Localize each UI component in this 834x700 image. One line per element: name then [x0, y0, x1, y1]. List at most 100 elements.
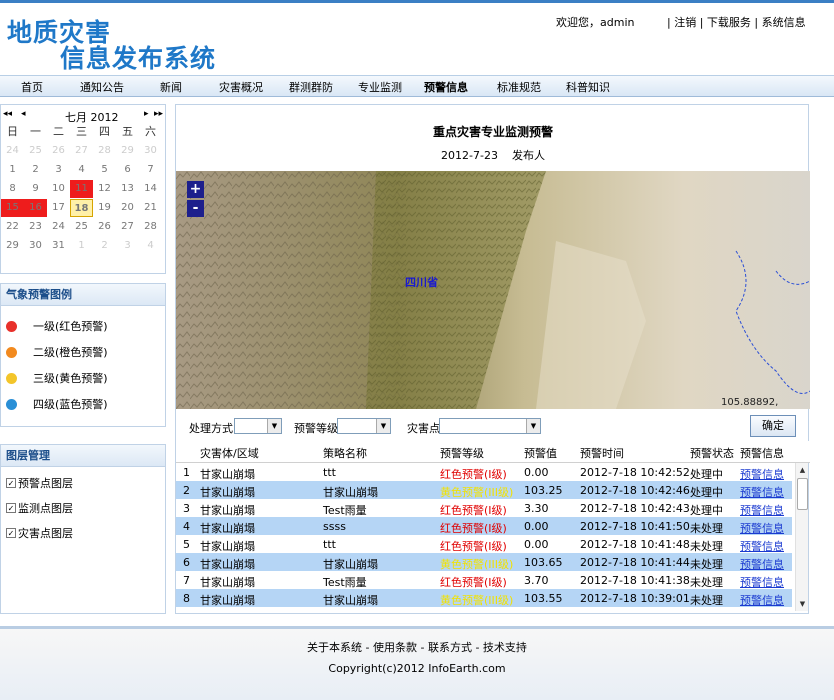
column-header[interactable]: 预警值 — [524, 445, 557, 461]
level-select[interactable]: ▼ — [337, 418, 391, 434]
footer-links[interactable]: 关于本系统 - 使用条款 - 联系方式 - 技术支持 — [0, 639, 834, 655]
warning-info-link[interactable]: 预警信息 — [740, 538, 784, 554]
calendar-day[interactable]: 30 — [24, 237, 47, 255]
calendar-day[interactable]: 6 — [116, 161, 139, 179]
calendar-day[interactable]: 12 — [93, 180, 116, 198]
column-header[interactable]: 预警等级 — [440, 445, 484, 461]
warning-info-link[interactable]: 预警信息 — [740, 574, 784, 590]
zoom-in-button[interactable]: + — [187, 181, 204, 198]
calendar-day[interactable]: 28 — [93, 142, 116, 160]
column-header[interactable]: 灾害体/区域 — [200, 445, 259, 461]
column-header[interactable]: 策略名称 — [323, 445, 367, 461]
system-info-link[interactable]: | 系统信息 — [751, 16, 805, 29]
prev-year-button[interactable]: ◂◂ — [3, 109, 12, 119]
calendar-day[interactable]: 20 — [116, 199, 139, 217]
calendar-day[interactable]: 14 — [139, 180, 162, 198]
calendar-day[interactable]: 27 — [70, 142, 93, 160]
calendar-day[interactable]: 18 — [70, 198, 93, 217]
table-row[interactable]: 5 甘家山崩塌 ttt 红色预警(I级) 0.00 2012-7-18 10:41:48 未… — [176, 535, 792, 553]
table-row[interactable]: 7 甘家山崩塌 Test雨量 红色预警(I级) 3.70 2012-7-18 10:41:… — [176, 571, 792, 589]
calendar-day[interactable]: 7 — [139, 161, 162, 179]
calendar-day[interactable]: 1 — [70, 237, 93, 255]
warning-info-link[interactable]: 预警信息 — [740, 592, 784, 608]
warning-info-link[interactable]: 预警信息 — [740, 466, 784, 482]
calendar-day[interactable]: 3 — [47, 161, 70, 179]
nav-notices[interactable]: 通知公告 — [80, 79, 124, 95]
calendar-day[interactable]: 10 — [47, 180, 70, 198]
table-scrollbar[interactable]: ▲ ▼ — [795, 463, 808, 611]
nav-mass-monitoring[interactable]: 群测群防 — [289, 79, 333, 95]
warning-info-link[interactable]: 预警信息 — [740, 556, 784, 572]
column-header[interactable]: 预警信息 — [740, 445, 784, 461]
calendar-day[interactable]: 28 — [139, 218, 162, 236]
checkbox-icon[interactable]: ✓ — [6, 528, 16, 538]
nav-standards[interactable]: 标准规范 — [497, 79, 541, 95]
checkbox-icon[interactable]: ✓ — [6, 478, 16, 488]
nav-science[interactable]: 科普知识 — [566, 79, 610, 95]
nav-disaster-overview[interactable]: 灾害概况 — [219, 79, 263, 95]
scroll-thumb[interactable] — [797, 478, 808, 510]
next-year-button[interactable]: ▸▸ — [154, 109, 163, 119]
calendar-day[interactable]: 26 — [93, 218, 116, 236]
calendar-day[interactable]: 5 — [93, 161, 116, 179]
calendar-day[interactable]: 24 — [47, 218, 70, 236]
table-cell-level: 黄色预警(III级) — [440, 558, 514, 571]
calendar-day[interactable]: 29 — [116, 142, 139, 160]
layer-item[interactable]: ✓ 灾害点图层 — [6, 525, 73, 541]
column-header[interactable]: 预警时间 — [580, 445, 624, 461]
calendar-day[interactable]: 15 — [1, 198, 24, 217]
prev-month-button[interactable]: ◂ — [21, 109, 26, 119]
calendar-day[interactable]: 27 — [116, 218, 139, 236]
nav-pro-monitoring[interactable]: 专业监测 — [358, 79, 402, 95]
table-row[interactable]: 6 甘家山崩塌 甘家山崩塌 黄色预警(III级) 103.65 2012-7-18 10:… — [176, 553, 792, 571]
checkbox-icon[interactable]: ✓ — [6, 503, 16, 513]
calendar-day[interactable]: 8 — [1, 180, 24, 198]
calendar-day[interactable]: 16 — [24, 198, 47, 217]
calendar-day[interactable]: 9 — [24, 180, 47, 198]
calendar-day[interactable]: 11 — [70, 179, 93, 198]
warning-info-link[interactable]: 预警信息 — [740, 484, 784, 500]
layer-item[interactable]: ✓ 监测点图层 — [6, 500, 73, 516]
calendar-day[interactable]: 30 — [139, 142, 162, 160]
calendar-day[interactable]: 13 — [116, 180, 139, 198]
calendar-day[interactable]: 2 — [93, 237, 116, 255]
layer-item[interactable]: ✓ 预警点图层 — [6, 475, 73, 491]
calendar-day[interactable]: 25 — [24, 142, 47, 160]
column-header[interactable]: 预警状态 — [690, 445, 734, 461]
calendar-day[interactable]: 4 — [139, 237, 162, 255]
calendar-day[interactable]: 24 — [1, 142, 24, 160]
table-row[interactable]: 2 甘家山崩塌 甘家山崩塌 黄色预警(III级) 103.25 2012-7-18 10:… — [176, 481, 792, 499]
calendar-day[interactable]: 4 — [70, 161, 93, 179]
table-row[interactable]: 1 甘家山崩塌 ttt 红色预警(I级) 0.00 2012-7-18 10:42:52 处… — [176, 463, 792, 481]
table-row[interactable]: 8 甘家山崩塌 甘家山崩塌 黄色预警(III级) 103.55 2012-7-18 10:… — [176, 589, 792, 607]
point-select[interactable]: ▼ — [439, 418, 541, 434]
table-row[interactable]: 3 甘家山崩塌 Test雨量 红色预警(I级) 3.30 2012-7-18 10:42:… — [176, 499, 792, 517]
warning-info-link[interactable]: 预警信息 — [740, 502, 784, 518]
calendar-day[interactable]: 26 — [47, 142, 70, 160]
warning-info-link[interactable]: 预警信息 — [740, 520, 784, 536]
zoom-out-button[interactable]: - — [187, 200, 204, 217]
table-row[interactable]: 4 甘家山崩塌 ssss 红色预警(I级) 0.00 2012-7-18 10:41:50… — [176, 517, 792, 535]
calendar-day[interactable]: 19 — [93, 199, 116, 217]
calendar-day[interactable]: 31 — [47, 237, 70, 255]
logout-link[interactable]: | 注销 — [667, 16, 696, 29]
calendar-day[interactable]: 23 — [24, 218, 47, 236]
calendar-day[interactable]: 17 — [47, 199, 70, 217]
ok-button[interactable]: 确定 — [750, 415, 796, 437]
calendar-day[interactable]: 2 — [24, 161, 47, 179]
calendar-day[interactable]: 3 — [116, 237, 139, 255]
calendar-day[interactable]: 22 — [1, 218, 24, 236]
download-link[interactable]: | 下载服务 — [696, 16, 751, 29]
method-select[interactable]: ▼ — [234, 418, 282, 434]
nav-warning-info[interactable]: 预警信息 — [424, 79, 468, 95]
next-month-button[interactable]: ▸ — [144, 109, 149, 119]
scroll-down-icon[interactable]: ▼ — [796, 597, 809, 611]
calendar-day[interactable]: 1 — [1, 161, 24, 179]
calendar-day[interactable]: 29 — [1, 237, 24, 255]
nav-home[interactable]: 首页 — [21, 79, 43, 95]
calendar-day[interactable]: 25 — [70, 218, 93, 236]
scroll-up-icon[interactable]: ▲ — [796, 463, 809, 477]
nav-news[interactable]: 新闻 — [160, 79, 182, 95]
calendar-day[interactable]: 21 — [139, 199, 162, 217]
map-view[interactable]: + - 四川省 105.88892, 28.97332 — [176, 171, 810, 409]
